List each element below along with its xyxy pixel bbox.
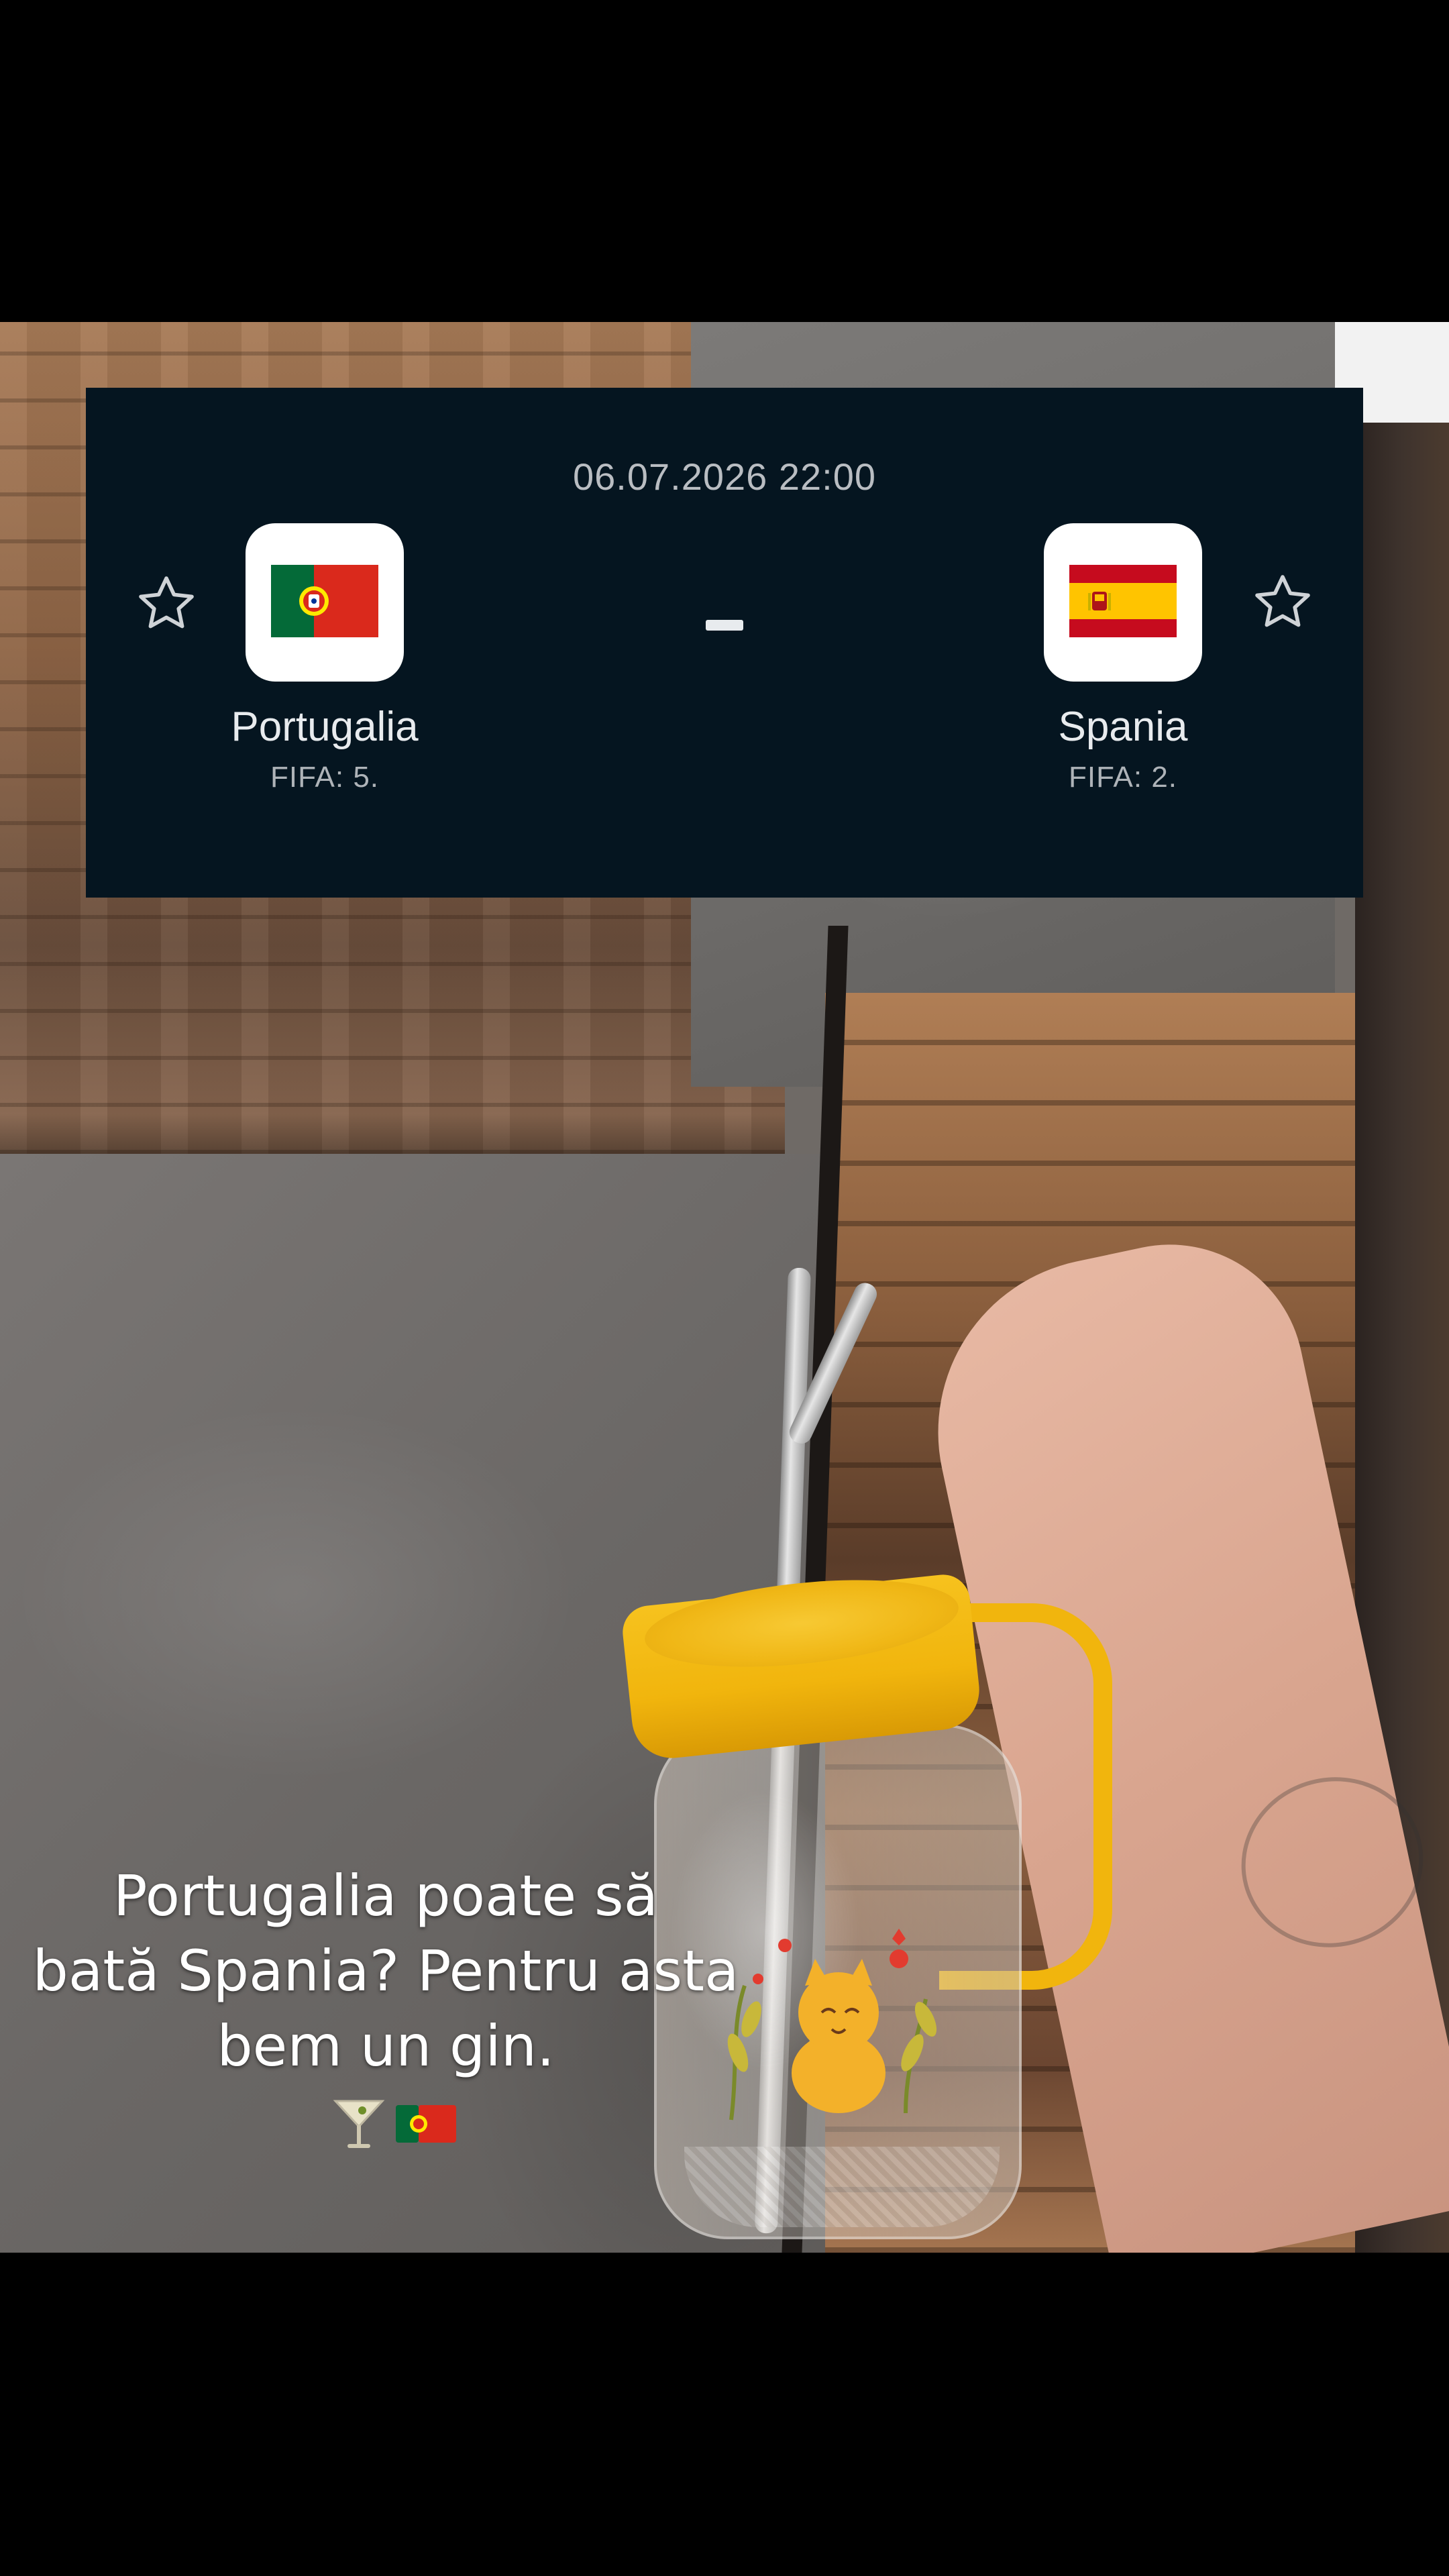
portugal-flag-icon xyxy=(271,565,378,637)
star-outline-icon[interactable] xyxy=(134,572,199,636)
cocktail-glass-icon xyxy=(333,2100,385,2148)
star-outline-icon[interactable] xyxy=(1250,570,1315,635)
home-team-name[interactable]: Portugalia xyxy=(157,703,492,751)
caption-emojis xyxy=(329,2094,463,2155)
away-team-fifa-rank: FIFA: 2. xyxy=(1068,761,1178,794)
home-team-flag[interactable] xyxy=(246,523,404,682)
spain-flag-icon xyxy=(1069,565,1177,637)
caption-line-3: bem un gin. xyxy=(217,2013,555,2079)
caption-line-2: bată Spania? Pentru asta xyxy=(32,1938,739,2004)
away-team-name[interactable]: Spania xyxy=(955,703,1291,751)
away-team-flag[interactable] xyxy=(1044,523,1202,682)
top-black-bar xyxy=(0,0,1449,322)
home-team-fifa-rank: FIFA: 5. xyxy=(270,761,380,794)
score-separator xyxy=(706,620,743,631)
bottom-black-bar xyxy=(0,2253,1449,2576)
match-scorecard[interactable]: 06.07.2026 22:00 Portugalia FIFA: 5. - xyxy=(86,388,1363,898)
match-datetime: 06.07.2026 22:00 xyxy=(573,455,876,498)
jar-base xyxy=(684,2147,1000,2227)
caption-line-1: Portugalia poate să xyxy=(113,1863,659,1929)
video-caption: Portugalia poate să bată Spania? Pentru … xyxy=(20,1858,751,2084)
portugal-flag-icon xyxy=(396,2105,456,2143)
